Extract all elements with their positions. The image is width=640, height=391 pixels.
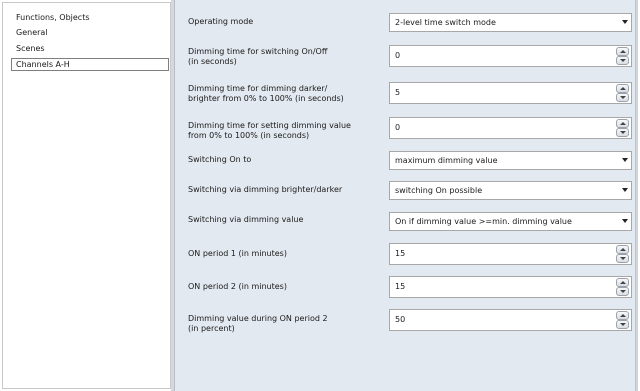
arrow-down-icon <box>620 96 626 99</box>
switching-via-brighter-darker-dropdown[interactable]: switching On possible <box>389 181 632 200</box>
arrow-up-icon <box>620 122 626 125</box>
operating-mode-label: Operating mode <box>188 17 254 26</box>
switching-via-dimming-value-label: Switching via dimming value <box>188 215 304 224</box>
spin-up-button[interactable] <box>616 245 629 254</box>
dimming-value-on-period-2-value[interactable]: 50 <box>395 315 405 325</box>
parameter-panel: Operating mode 2-level time switch mode … <box>174 0 638 391</box>
spin-buttons <box>616 245 629 263</box>
dimming-time-setting-value-label: Dimming time for setting dimming value f… <box>188 121 351 140</box>
spin-buttons <box>616 119 629 137</box>
spin-down-button[interactable] <box>616 254 629 263</box>
spin-buttons <box>616 311 629 329</box>
on-period-1-spin[interactable]: 15 <box>389 243 632 265</box>
arrow-up-icon <box>620 281 626 284</box>
spin-up-button[interactable] <box>616 84 629 93</box>
dimming-time-darker-brighter-spin[interactable]: 5 <box>389 82 632 104</box>
on-period-2-label: ON period 2 (in minutes) <box>188 282 287 291</box>
on-period-2-spin[interactable]: 15 <box>389 276 632 298</box>
arrow-down-icon <box>620 131 626 134</box>
spin-down-button[interactable] <box>616 93 629 102</box>
dimming-time-switching-label: Dimming time for switching On/Off (in se… <box>188 47 328 66</box>
scrollbar-edge[interactable] <box>635 0 638 391</box>
arrow-down-icon <box>620 257 626 260</box>
dimming-time-switching-value[interactable]: 0 <box>395 51 400 61</box>
parameter-window: Functions, Objects General Scenes Channe… <box>0 0 640 391</box>
arrow-down-icon <box>620 323 626 326</box>
tree-item-scenes[interactable]: Scenes <box>14 43 47 54</box>
operating-mode-value: 2-level time switch mode <box>395 18 496 27</box>
spin-up-button[interactable] <box>616 278 629 287</box>
on-period-1-value[interactable]: 15 <box>395 249 405 259</box>
spin-down-button[interactable] <box>616 56 629 65</box>
arrow-up-icon <box>620 50 626 53</box>
chevron-down-icon <box>622 158 628 162</box>
chevron-down-icon <box>622 20 628 24</box>
switching-via-dimming-value-value: On if dimming value >=min. dimming value <box>395 217 572 226</box>
tree-item-general[interactable]: General <box>14 27 50 38</box>
arrow-down-icon <box>620 59 626 62</box>
switching-via-brighter-darker-value: switching On possible <box>395 186 483 195</box>
spin-down-button[interactable] <box>616 320 629 329</box>
arrow-up-icon <box>620 248 626 251</box>
switching-on-to-dropdown[interactable]: maximum dimming value <box>389 151 632 170</box>
arrow-up-icon <box>620 314 626 317</box>
dimming-time-setting-value-value[interactable]: 0 <box>395 123 400 133</box>
spin-up-button[interactable] <box>616 119 629 128</box>
spin-buttons <box>616 47 629 65</box>
dimming-value-on-period-2-spin[interactable]: 50 <box>389 309 632 331</box>
spin-down-button[interactable] <box>616 128 629 137</box>
chevron-down-icon <box>622 188 628 192</box>
spin-buttons <box>616 278 629 296</box>
tree-item-channels-a-h[interactable]: Channels A-H <box>11 58 169 71</box>
switching-via-brighter-darker-label: Switching via dimming brighter/darker <box>188 185 343 194</box>
spin-down-button[interactable] <box>616 287 629 296</box>
dimming-value-on-period-2-label: Dimming value during ON period 2 (in per… <box>188 314 328 333</box>
spin-up-button[interactable] <box>616 311 629 320</box>
dimming-time-switching-spin[interactable]: 0 <box>389 45 632 67</box>
spin-up-button[interactable] <box>616 47 629 56</box>
operating-mode-dropdown[interactable]: 2-level time switch mode <box>389 13 632 32</box>
switching-on-to-label: Switching On to <box>188 155 252 164</box>
chevron-down-icon <box>622 219 628 223</box>
tree-item-functions-objects[interactable]: Functions, Objects <box>14 12 92 23</box>
switching-on-to-value: maximum dimming value <box>395 156 498 165</box>
navigation-tree: Functions, Objects General Scenes Channe… <box>2 2 171 389</box>
on-period-1-label: ON period 1 (in minutes) <box>188 249 287 258</box>
dimming-time-darker-brighter-value[interactable]: 5 <box>395 88 400 98</box>
arrow-up-icon <box>620 87 626 90</box>
arrow-down-icon <box>620 290 626 293</box>
dimming-time-setting-value-spin[interactable]: 0 <box>389 117 632 139</box>
spin-buttons <box>616 84 629 102</box>
on-period-2-value[interactable]: 15 <box>395 282 405 292</box>
switching-via-dimming-value-dropdown[interactable]: On if dimming value >=min. dimming value <box>389 212 632 231</box>
dimming-time-darker-brighter-label: Dimming time for dimming darker/ brighte… <box>188 84 344 103</box>
